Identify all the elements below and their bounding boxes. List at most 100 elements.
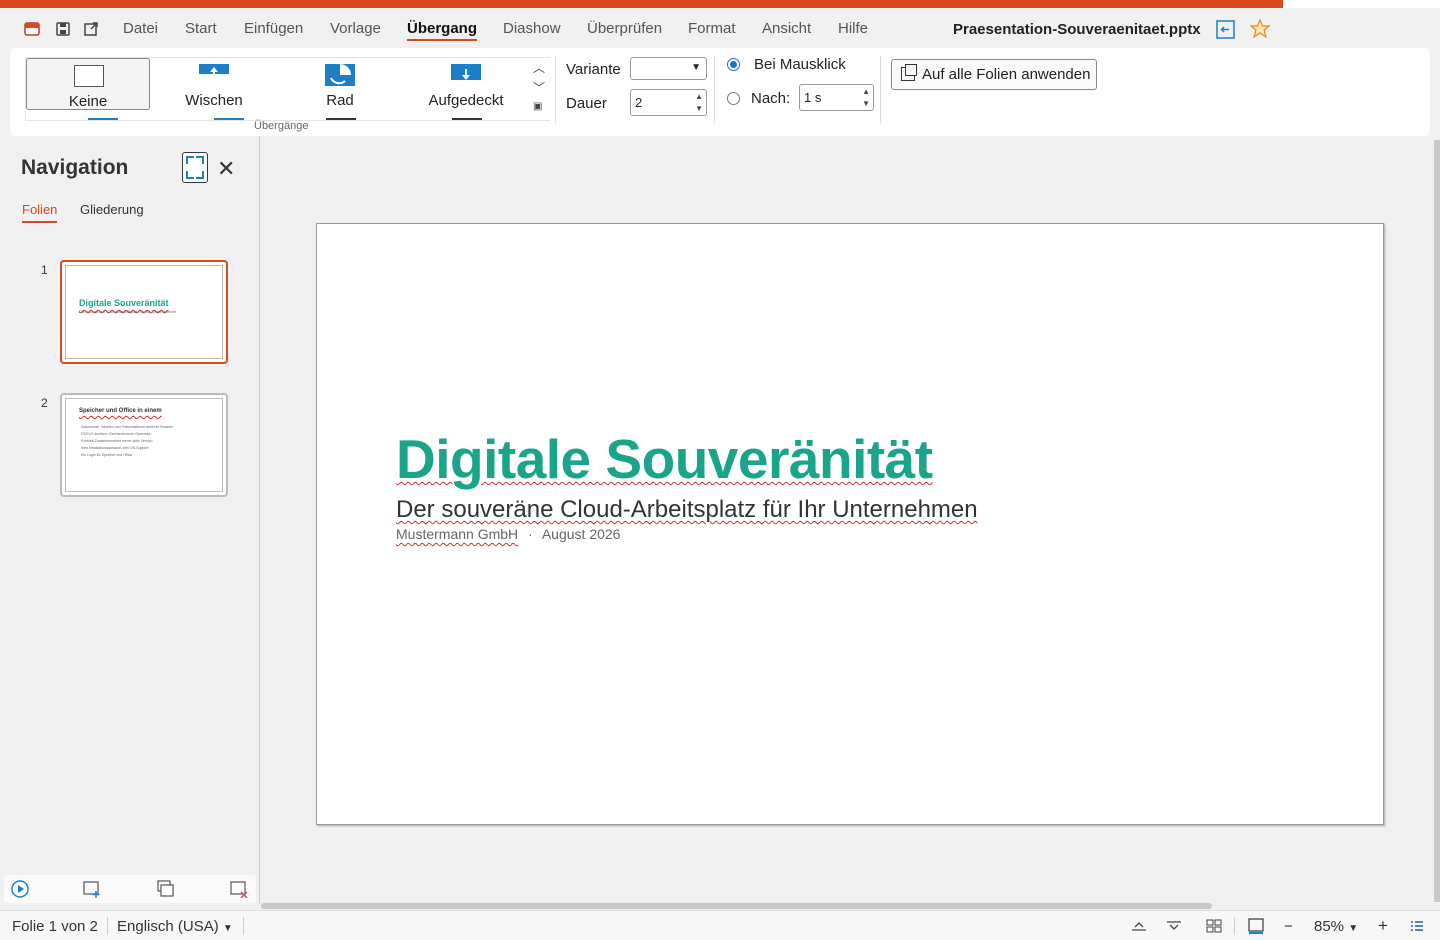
chevron-down-icon: ▼ <box>691 62 701 73</box>
app-icon[interactable] <box>24 21 40 37</box>
chevron-down-icon: ▼ <box>1348 923 1359 934</box>
slide-thumbnail-1[interactable]: Digitale Souveränität Der souveräne Clou… <box>60 260 228 364</box>
transitions-group-label: Übergänge <box>254 120 309 132</box>
meta-separator: · <box>528 526 533 542</box>
duration-value: 2 <box>635 95 643 110</box>
status-separator <box>243 917 244 935</box>
menu-uebergang[interactable]: Übergang <box>407 20 478 41</box>
transition-wischen[interactable]: Wischen <box>152 58 276 110</box>
menu-start[interactable]: Start <box>185 20 217 37</box>
slide-thumbnail-2[interactable]: Speicher und Office in einem Dokumente, … <box>60 393 228 497</box>
thumb-bullet: Echtzeit-Zusammenarbeit immer aktiv Vers… <box>81 439 153 443</box>
language-selector[interactable]: Englisch (USA) ▼ <box>117 918 233 935</box>
menu-hilfe[interactable]: Hilfe <box>838 20 868 37</box>
tab-folien[interactable]: Folien <box>22 202 58 223</box>
menu-list-icon[interactable] <box>1410 919 1424 933</box>
ribbon-separator <box>555 56 556 124</box>
horizontal-scrollbar[interactable] <box>261 903 1212 909</box>
slide-date: August 2026 <box>541 526 621 542</box>
gallery-up-icon[interactable]: ︿ <box>533 59 545 76</box>
transition-keine-label: Keine <box>68 93 108 110</box>
menu-ueberpruefen[interactable]: Überprüfen <box>587 20 662 37</box>
vertical-scrollbar[interactable] <box>1434 140 1440 902</box>
apply-all-slides-button[interactable]: Auf alle Folien anwenden <box>891 59 1097 90</box>
duration-spinner[interactable]: 2 ▲ ▼ <box>630 89 707 116</box>
slide-meta[interactable]: Mustermann GmbH · August 2026 <box>396 526 620 542</box>
spin-up-icon[interactable]: ▲ <box>862 87 870 96</box>
company-name: Mustermann GmbH <box>396 526 519 542</box>
fit-width-icon[interactable] <box>1131 918 1147 934</box>
ribbon-separator <box>880 56 881 124</box>
transition-rad[interactable]: Rad <box>278 58 402 110</box>
sidebar-toggle-icon[interactable] <box>1216 20 1235 39</box>
navigation-title: Navigation <box>21 156 129 179</box>
new-slide-icon[interactable] <box>83 880 101 898</box>
zoom-in-icon[interactable]: + <box>1378 916 1388 936</box>
thumbnail-content: Speicher und Office in einem Dokumente, … <box>65 398 223 492</box>
slide-tools-bar <box>4 875 256 903</box>
gallery-down-icon[interactable]: ﹀ <box>533 79 545 96</box>
language-label: Englisch (USA) <box>117 918 219 935</box>
thumb-title: Speicher und Office in einem <box>79 408 162 414</box>
ribbon: Keine Wischen Rad Aufgedeckt ︿ ﹀ ▣ Überg… <box>10 48 1430 136</box>
menubar: Datei Start Einfügen Vorlage Übergang Di… <box>0 8 1440 48</box>
normal-view-icon[interactable] <box>1247 917 1265 935</box>
gallery-expand-icon[interactable]: ▣ <box>533 101 542 112</box>
menu-einfuegen[interactable]: Einfügen <box>244 20 303 37</box>
play-icon[interactable] <box>11 880 29 898</box>
fullscreen-icon[interactable] <box>182 152 208 183</box>
spin-up-icon[interactable]: ▲ <box>695 92 703 101</box>
gallery-next-row-peek <box>88 118 118 120</box>
delete-slide-icon[interactable] <box>230 880 248 898</box>
slide-subtitle[interactable]: Der souveräne Cloud-Arbeitsplatz für Ihr… <box>396 496 978 524</box>
current-slide[interactable]: Digitale Souveränität Der souveräne Clou… <box>316 223 1384 825</box>
close-icon[interactable]: ✕ <box>217 156 235 182</box>
slide-number: 1 <box>41 263 48 277</box>
status-separator <box>1234 917 1235 935</box>
menu-vorlage[interactable]: Vorlage <box>330 20 381 37</box>
save-icon[interactable] <box>55 21 71 37</box>
document-title: Praesentation-Souveraenitaet.pptx <box>953 21 1201 38</box>
transition-aufgedeckt[interactable]: Aufgedeckt <box>404 58 528 110</box>
thumb-title: Digitale Souveränität <box>79 298 169 308</box>
thumbnail-content: Digitale Souveränität Der souveräne Clou… <box>65 265 223 359</box>
open-external-icon[interactable] <box>83 21 99 37</box>
menu-datei[interactable]: Datei <box>123 20 158 37</box>
on-click-radio[interactable] <box>727 58 740 71</box>
transition-rad-label: Rad <box>326 92 354 109</box>
menu-ansicht[interactable]: Ansicht <box>762 20 811 37</box>
status-separator <box>107 917 108 935</box>
menu-diashow[interactable]: Diashow <box>503 20 561 37</box>
wischen-thumbnail <box>199 64 229 86</box>
after-radio[interactable] <box>727 92 740 105</box>
gallery-next-row-peek <box>214 118 244 120</box>
keine-thumbnail <box>74 65 104 87</box>
chevron-down-icon: ▼ <box>222 923 233 934</box>
tab-gliederung[interactable]: Gliederung <box>80 202 144 217</box>
after-time-spinner[interactable]: 1 s ▲ ▼ <box>799 84 874 111</box>
zoom-level: 85% <box>1314 918 1345 935</box>
transition-keine[interactable]: Keine <box>26 58 150 110</box>
variant-select[interactable]: ▼ <box>630 57 707 80</box>
zoom-out-icon[interactable]: − <box>1284 918 1293 935</box>
spin-down-icon[interactable]: ▼ <box>695 104 703 113</box>
gallery-scroll: ︿ ﹀ ▣ <box>530 57 550 121</box>
zoom-selector[interactable]: 85% ▼ <box>1314 918 1358 935</box>
duration-label: Dauer <box>566 95 607 112</box>
duplicate-slide-icon[interactable] <box>157 880 175 898</box>
thumb-bullet: DSGVO-konform, Rechenzentrum Österreich <box>81 432 152 436</box>
menu-format[interactable]: Format <box>688 20 736 37</box>
slide-counter: Folie 1 von 2 <box>12 918 98 935</box>
on-click-label: Bei Mausklick <box>754 56 846 73</box>
after-label: Nach: <box>751 90 791 107</box>
fit-page-icon[interactable] <box>1166 918 1182 934</box>
gallery-next-row-peek <box>452 118 482 120</box>
spin-down-icon[interactable]: ▼ <box>862 99 870 108</box>
slide-title[interactable]: Digitale Souveränität <box>396 427 933 491</box>
transition-gallery: Keine Wischen Rad Aufgedeckt <box>25 57 550 121</box>
grid-view-icon[interactable] <box>1206 918 1222 934</box>
apply-all-label: Auf alle Folien anwenden <box>922 66 1091 83</box>
star-icon[interactable] <box>1250 19 1271 38</box>
ribbon-separator <box>714 56 715 124</box>
variant-label: Variante <box>566 61 621 78</box>
